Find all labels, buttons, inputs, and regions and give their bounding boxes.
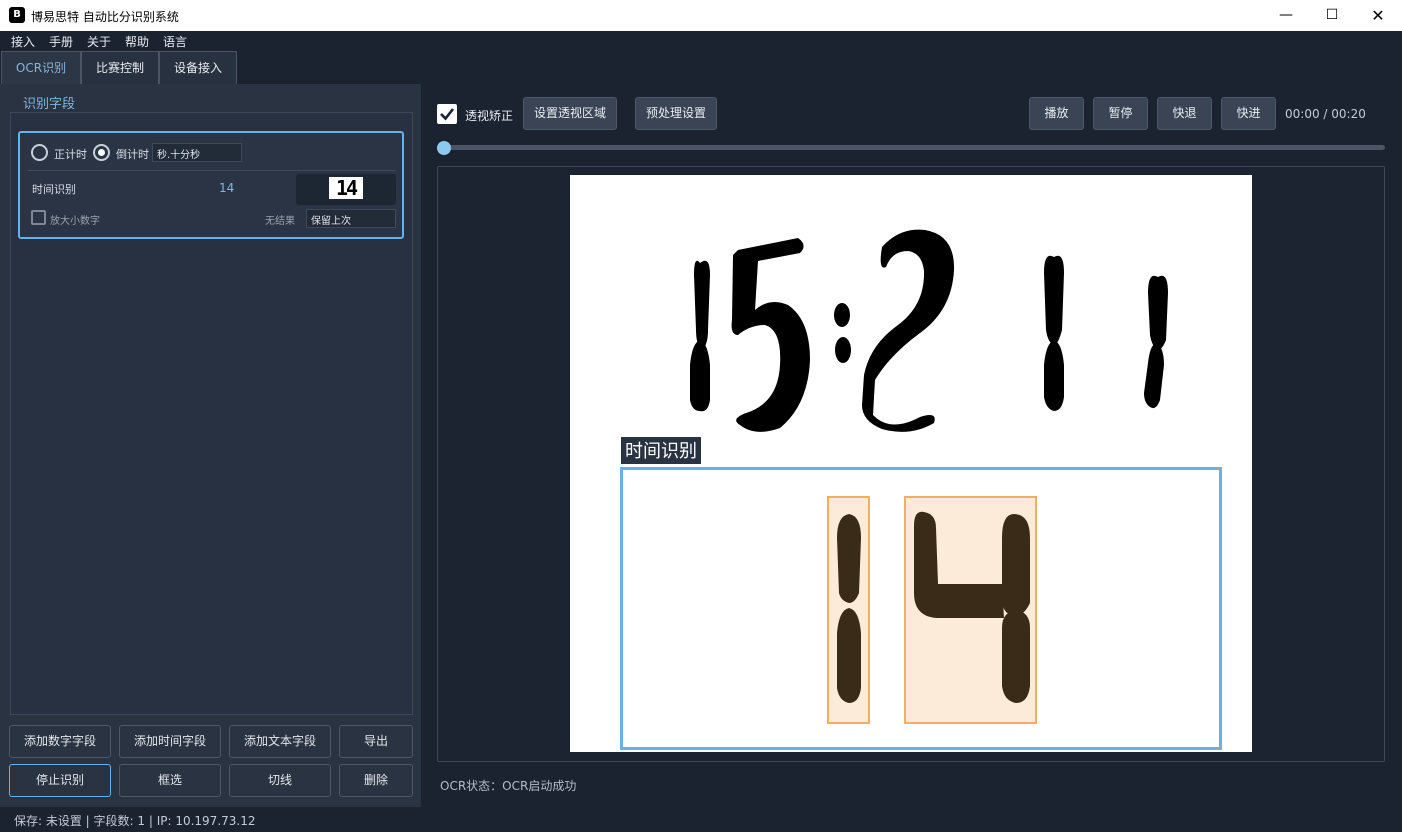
enlarge-checkbox[interactable] — [31, 210, 46, 225]
cut-line-button[interactable]: 切线 — [229, 764, 331, 797]
digit-one-shape — [837, 514, 861, 703]
menu-item-connect[interactable]: 接入 — [11, 33, 35, 50]
menu-item-help[interactable]: 帮助 — [125, 33, 149, 50]
title-bar: B 博易思特 自动比分识别系统 — ☐ ✕ — [0, 0, 1402, 31]
enlarge-label: 放大小数字 — [50, 216, 100, 227]
no-result-label: 无结果 — [265, 216, 295, 227]
check-icon — [440, 108, 455, 121]
menu-bar: 接入 手册 关于 帮助 语言 — [0, 31, 1402, 50]
count-up-label: 正计时 — [54, 148, 87, 161]
preview-thumbnail: 14 — [296, 174, 396, 205]
close-icon[interactable]: ✕ — [1355, 0, 1401, 31]
status-text: 保存: 未设置 | 字段数: 1 | IP: 10.197.73.12 — [14, 814, 256, 828]
select-box-button[interactable]: 框选 — [119, 764, 221, 797]
count-down-radio[interactable] — [93, 144, 110, 161]
menu-item-about[interactable]: 关于 — [87, 33, 111, 50]
tab-ocr[interactable]: OCR识别 — [1, 51, 81, 84]
digit-four-shape — [914, 511, 1030, 703]
count-down-label: 倒计时 — [116, 148, 149, 161]
preview-digits: 14 — [329, 177, 363, 199]
digit-box-1 — [827, 496, 870, 724]
status-bar: 保存: 未设置 | 字段数: 1 | IP: 10.197.73.12 — [0, 807, 1402, 832]
window-title: 博易思特 自动比分识别系统 — [31, 10, 179, 24]
forward-button[interactable]: 快进 — [1221, 97, 1276, 130]
progress-slider-handle[interactable] — [437, 141, 451, 155]
set-perspective-region-button[interactable]: 设置透视区域 — [523, 97, 617, 130]
menu-item-manual[interactable]: 手册 — [49, 33, 73, 50]
minimize-icon[interactable]: — — [1263, 0, 1309, 31]
divider — [28, 170, 396, 171]
count-up-radio[interactable] — [31, 144, 48, 161]
no-result-select[interactable]: 保留上次 — [306, 209, 396, 228]
progress-slider-track[interactable] — [441, 145, 1385, 150]
add-time-field-button[interactable]: 添加时间字段 — [119, 725, 221, 758]
video-frame: 时间识别 — [570, 175, 1252, 752]
app-logo-icon: B — [9, 7, 25, 23]
group-title: 识别字段 — [23, 97, 76, 112]
format-select[interactable]: 秒.十分秒 — [152, 143, 242, 162]
tab-match-control[interactable]: 比赛控制 — [81, 51, 159, 84]
time-display: 00:00 / 00:20 — [1285, 107, 1366, 121]
ocr-status: OCR状态：OCR启动成功 — [440, 779, 577, 793]
preprocess-settings-button[interactable]: 预处理设置 — [635, 97, 717, 130]
perspective-label: 透视矫正 — [465, 109, 514, 123]
play-button[interactable]: 播放 — [1029, 97, 1084, 130]
menu-item-language[interactable]: 语言 — [163, 33, 187, 50]
region-label: 时间识别 — [621, 437, 701, 464]
export-button[interactable]: 导出 — [339, 725, 413, 758]
digit-box-2 — [904, 496, 1037, 724]
delete-button[interactable]: 删除 — [339, 764, 413, 797]
rewind-button[interactable]: 快退 — [1157, 97, 1212, 130]
maximize-icon[interactable]: ☐ — [1309, 0, 1355, 31]
stop-recognition-button[interactable]: 停止识别 — [9, 764, 111, 797]
field-name: 时间识别 — [32, 183, 76, 196]
add-number-field-button[interactable]: 添加数字字段 — [9, 725, 111, 758]
add-text-field-button[interactable]: 添加文本字段 — [229, 725, 331, 758]
pause-button[interactable]: 暂停 — [1093, 97, 1148, 130]
field-value: 14 — [219, 181, 235, 195]
field-card[interactable]: 正计时 倒计时 秒.十分秒 时间识别 14 14 放大小数字 无结果 保留上次 — [18, 131, 404, 239]
perspective-checkbox[interactable] — [437, 104, 457, 124]
tab-device[interactable]: 设备接入 — [159, 51, 237, 84]
